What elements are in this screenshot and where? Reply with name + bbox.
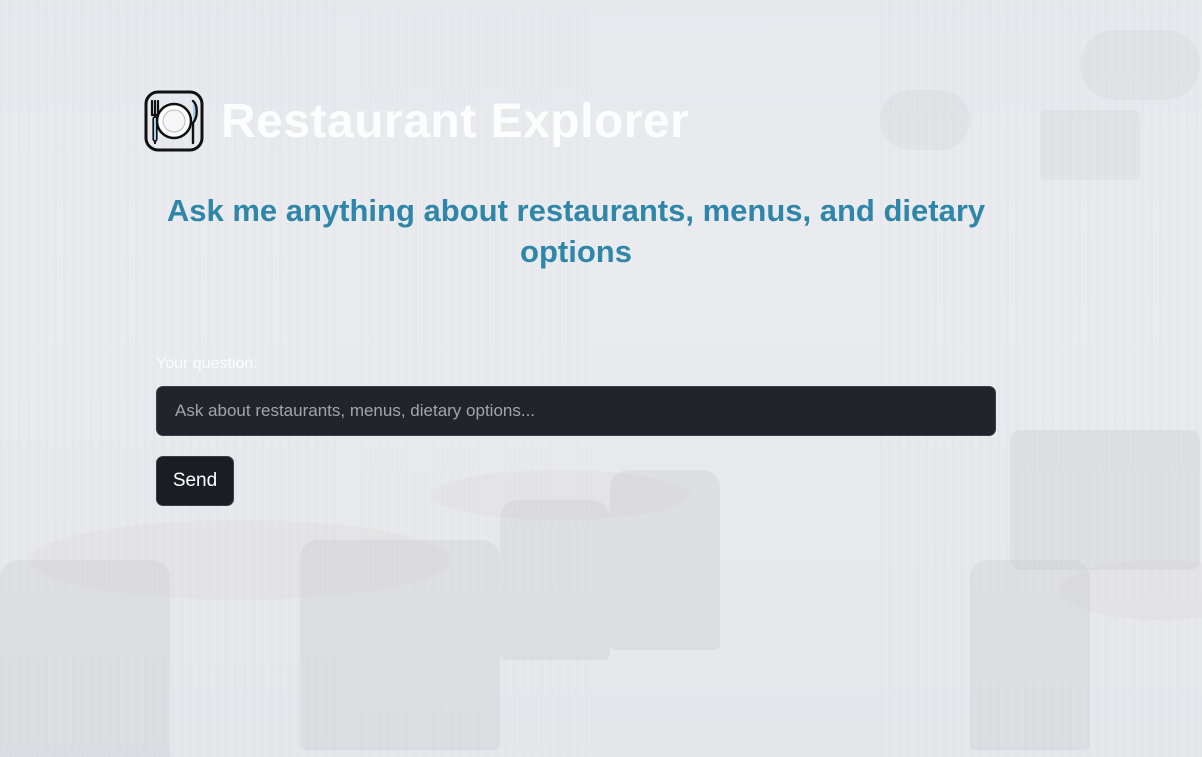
app-header: Restaurant Explorer xyxy=(143,88,689,154)
app-title: Restaurant Explorer xyxy=(221,94,690,148)
page-subtitle: Ask me anything about restaurants, menus… xyxy=(166,193,986,269)
plate-fork-knife-icon xyxy=(144,90,204,152)
main-content: Restaurant Explorer Ask me anything abou… xyxy=(0,0,1202,757)
send-button[interactable]: Send xyxy=(156,456,234,506)
question-input[interactable] xyxy=(156,386,996,436)
question-label: Your question: xyxy=(156,355,258,372)
